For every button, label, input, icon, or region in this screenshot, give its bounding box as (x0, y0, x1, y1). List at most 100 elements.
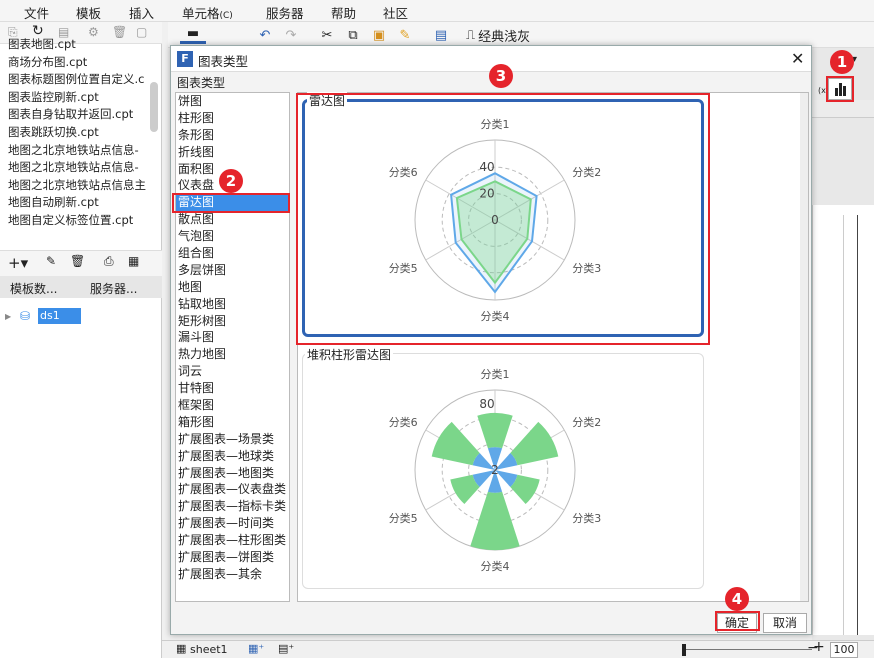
chart-type-item[interactable]: 箱形图 (176, 414, 289, 431)
file-item[interactable]: 图表跳跃切换.cpt (0, 124, 150, 142)
menu-insert[interactable]: 插入 (129, 3, 154, 22)
chart-type-item[interactable]: 饼图 (176, 93, 289, 110)
param-icon[interactable]: ▦ (128, 254, 139, 268)
chart-type-item[interactable]: 地图 (176, 279, 289, 296)
radar-preview-highlight (296, 93, 710, 345)
chart-type-item[interactable]: 漏斗图 (176, 329, 289, 346)
chart-type-item[interactable]: 扩展图表—饼图类 (176, 549, 289, 566)
trash-icon[interactable]: 🗑 (70, 254, 85, 268)
tab-server[interactable]: 服务器... (90, 280, 137, 297)
theme-label: 经典浅灰 (478, 29, 531, 45)
chart-type-item[interactable]: 甘特图 (176, 380, 289, 397)
chart-button-highlight (826, 76, 854, 102)
template-icon[interactable]: ▬ (180, 26, 206, 44)
preview-dataset-icon[interactable]: ⎙ (104, 254, 114, 269)
stacked-bar-segment (477, 412, 513, 449)
copy-icon[interactable]: ⧉ (344, 26, 362, 44)
callout-4: 4 (725, 587, 749, 611)
preview-scrollbar[interactable] (800, 93, 808, 601)
file-item[interactable]: 商场分布图.cpt (0, 54, 150, 72)
sheet-grid[interactable] (812, 205, 874, 635)
chart-type-item[interactable]: 扩展图表—指标卡类 (176, 498, 289, 515)
chart-type-item[interactable]: 折线图 (176, 144, 289, 161)
expand-arrow-icon[interactable]: ▶ (5, 312, 11, 321)
stacked-bar-radar-chart: 分类1 分类2 分类3 分类4 分类5 分类6 2 80 (389, 367, 602, 573)
chart-type-item[interactable]: 扩展图表—其余 (176, 566, 289, 583)
ruler (812, 100, 874, 118)
status-bar: ▦ sheet1 ▦⁺ ▤⁺ − + 100 (162, 639, 874, 658)
file-item[interactable]: 图表监控刷新.cpt (0, 89, 150, 107)
file-item[interactable]: 图表地图.cpt (0, 36, 150, 54)
file-item[interactable]: 图表自身钻取并返回.cpt (0, 106, 150, 124)
menu-community[interactable]: 社区 (383, 3, 408, 22)
menu-help[interactable]: 帮助 (331, 3, 356, 22)
add-dataset-icon[interactable]: +▾ (8, 254, 28, 272)
edit-icon[interactable]: ✎ (46, 254, 56, 268)
category-label: 分类3 (572, 511, 601, 525)
chart-type-item[interactable]: 扩展图表—场景类 (176, 431, 289, 448)
chart-type-item[interactable]: 扩展图表—地图类 (176, 465, 289, 482)
chart-type-item[interactable]: 扩展图表—地球类 (176, 448, 289, 465)
chart-type-item[interactable]: 矩形树图 (176, 313, 289, 330)
menu-cell[interactable]: 单元格(C) (182, 3, 233, 22)
chart-type-item[interactable]: 条形图 (176, 127, 289, 144)
chart-type-item[interactable]: 词云 (176, 363, 289, 380)
sheet-icon: ▦ (176, 642, 187, 655)
stacked-bar-segment (431, 421, 480, 466)
zoom-slider[interactable] (682, 649, 812, 650)
cancel-button[interactable]: 取消 (763, 613, 807, 633)
chart-type-item[interactable]: 热力地图 (176, 346, 289, 363)
chart-type-item[interactable]: 组合图 (176, 245, 289, 262)
paste-icon[interactable]: ▣ (370, 26, 388, 44)
sheet-tab[interactable]: sheet1 (190, 643, 228, 656)
database-icon: ⛁ (20, 309, 31, 323)
datasource-item[interactable]: ds1 (38, 308, 81, 324)
file-item[interactable]: 地图之北京地铁站点信息- (0, 159, 150, 177)
file-item[interactable]: 地图之北京地铁站点信息- (0, 142, 150, 160)
theme-button[interactable]: ⎍ 经典浅灰 (466, 26, 546, 45)
file-list-scrollbar[interactable] (150, 82, 158, 132)
chart-type-item[interactable]: 多层饼图 (176, 262, 289, 279)
chart-type-item[interactable]: 气泡图 (176, 228, 289, 245)
zoom-level[interactable]: 100 (830, 642, 858, 658)
menu-bar: 文件 模板 插入 单元格(C) 服务器 帮助 社区 (0, 0, 874, 22)
add-sheet-icon[interactable]: ▦⁺ (248, 642, 264, 655)
stacked-bar-segment (470, 491, 520, 551)
file-item[interactable]: 图表标题图例位置自定义.c (0, 71, 150, 89)
preview-icon[interactable]: ▤ (432, 26, 450, 44)
chart-type-item[interactable]: 框架图 (176, 397, 289, 414)
radar-type-highlight (172, 193, 290, 213)
menu-template[interactable]: 模板 (76, 3, 101, 22)
left-tabs: 模板数... 服务器... (0, 276, 162, 298)
menu-server[interactable]: 服务器 (266, 3, 304, 22)
category-label: 分类4 (481, 559, 510, 573)
chart-type-item[interactable]: 散点图 (176, 211, 289, 228)
ok-button-highlight (715, 611, 760, 631)
chart-type-item[interactable]: 扩展图表—柱形图类 (176, 532, 289, 549)
zoom-in-icon[interactable]: + (813, 639, 825, 655)
redo-icon[interactable]: ↷ (282, 26, 300, 44)
close-icon[interactable]: ✕ (791, 49, 804, 68)
file-item[interactable]: 地图之北京地铁站点信息主 (0, 177, 150, 195)
undo-icon[interactable]: ↶ (256, 26, 274, 44)
format-painter-icon[interactable]: ✎ (396, 26, 414, 44)
menu-file[interactable]: 文件 (24, 3, 49, 22)
chart-type-item[interactable]: 扩展图表—仪表盘类 (176, 481, 289, 498)
group-label: 图表类型 (177, 76, 226, 90)
add-report-icon[interactable]: ▤⁺ (278, 642, 294, 655)
file-item[interactable]: 地图自动刷新.cpt (0, 194, 150, 212)
stacked-radar-card[interactable]: 堆积柱形雷达图 分类1 分类2 分类3 分类4 分类5 分类6 2 80 (302, 346, 704, 589)
dataset-toolbar: +▾ ✎ 🗑 ⎙ ▦ (0, 250, 162, 276)
category-label: 分类2 (572, 415, 601, 429)
chart-type-item[interactable]: 扩展图表—时间类 (176, 515, 289, 532)
tab-template-data[interactable]: 模板数... (10, 280, 57, 297)
chart-type-item[interactable]: 钻取地图 (176, 296, 289, 313)
cut-icon[interactable]: ✂ (318, 26, 336, 44)
zoom-slider-thumb[interactable] (682, 644, 686, 656)
dialog-title: 图表类型 (198, 54, 249, 69)
chart-type-item[interactable]: 柱形图 (176, 110, 289, 127)
file-item[interactable]: 地图自定义标签位置.cpt (0, 212, 150, 230)
stacked-bar-segment (510, 421, 559, 466)
category-label: 分类5 (389, 511, 418, 525)
category-label: 分类6 (389, 415, 418, 429)
